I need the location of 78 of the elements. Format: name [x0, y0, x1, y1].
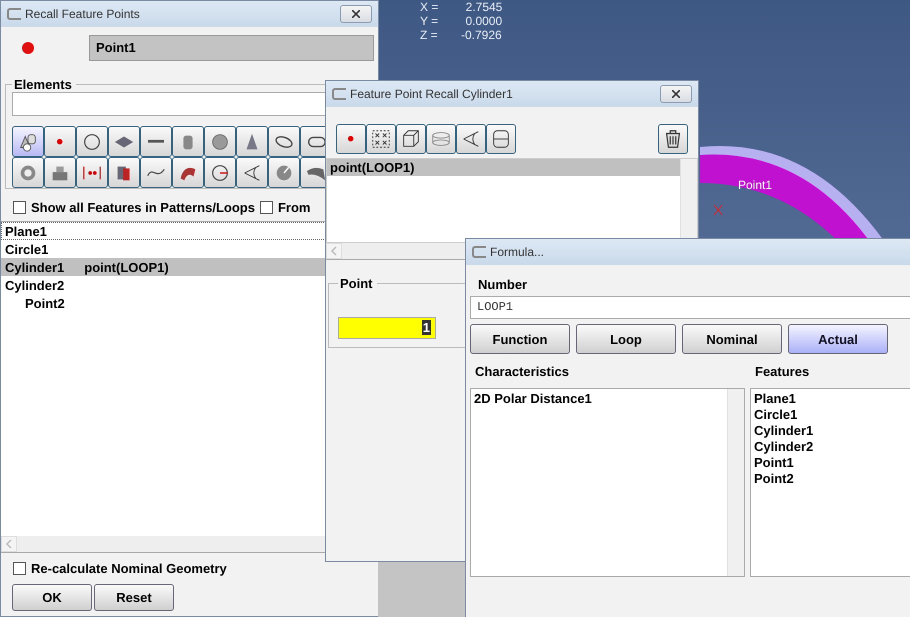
- point-number-field[interactable]: 1: [338, 317, 436, 339]
- point-tool-button[interactable]: [456, 124, 486, 154]
- element-tool-button[interactable]: [268, 157, 300, 188]
- element-tool-button[interactable]: [76, 126, 108, 157]
- app-logo-icon: [472, 246, 486, 258]
- cross-grid-icon: [370, 128, 392, 150]
- close-icon: [352, 10, 360, 18]
- point-label: Point1: [738, 178, 772, 192]
- coordinate-label: Z =: [420, 28, 438, 42]
- element-tool-button[interactable]: [12, 157, 44, 188]
- checkbox[interactable]: [13, 562, 26, 575]
- app-logo-icon: [7, 8, 21, 20]
- element-tool-button[interactable]: [108, 157, 140, 188]
- element-tool-button[interactable]: [268, 126, 300, 157]
- point-list-item[interactable]: point(LOOP1): [327, 159, 680, 176]
- coordinate-label: X =: [420, 0, 438, 14]
- feature-item[interactable]: Cylinder1: [754, 423, 910, 439]
- element-tool-button[interactable]: [12, 126, 44, 157]
- element-tool-button[interactable]: [204, 157, 236, 188]
- line-icon: [148, 139, 164, 144]
- element-tool-button[interactable]: [172, 157, 204, 188]
- app-logo-icon: [332, 88, 346, 100]
- group-label: Point: [339, 276, 374, 291]
- coordinate-value: -0.7926: [460, 28, 502, 42]
- checkbox[interactable]: [13, 201, 26, 214]
- point-tool-button[interactable]: [486, 124, 516, 154]
- point-tool-button[interactable]: [396, 124, 426, 154]
- element-tool-button[interactable]: [140, 157, 172, 188]
- element-tool-button[interactable]: [76, 157, 108, 188]
- name-field[interactable]: Point1: [89, 35, 374, 61]
- feature-item[interactable]: Plane1: [754, 391, 910, 407]
- window-title: Formula...: [490, 245, 544, 259]
- feature-item[interactable]: Point2: [754, 471, 910, 487]
- element-tool-button[interactable]: [172, 126, 204, 157]
- list-heading: Features: [755, 364, 810, 379]
- list-heading: Characteristics: [475, 364, 570, 379]
- mode-button[interactable]: Actual: [788, 324, 888, 354]
- close-button[interactable]: [660, 85, 692, 103]
- element-tool-button[interactable]: [140, 126, 172, 157]
- coordinate-value: 0.0000: [464, 14, 502, 28]
- window-title: Feature Point Recall Cylinder1: [350, 87, 513, 101]
- number-field[interactable]: LOOP1: [470, 296, 910, 319]
- element-tool-button[interactable]: [108, 126, 140, 157]
- vertical-scrollbar[interactable]: [727, 389, 744, 576]
- element-tool-button[interactable]: [236, 157, 268, 188]
- dot-icon: [347, 135, 355, 143]
- cube-icon: [400, 128, 422, 150]
- coordinate-value: 2.7545: [464, 0, 502, 14]
- group-label: Elements: [13, 77, 73, 92]
- point-tool-button[interactable]: [336, 124, 366, 154]
- dialog-button[interactable]: OK: [12, 584, 92, 611]
- element-tool-button[interactable]: [236, 126, 268, 157]
- checkbox-label: Re-calculate Nominal Geometry: [31, 561, 227, 576]
- close-button[interactable]: [340, 5, 372, 23]
- mode-button[interactable]: Nominal: [682, 324, 782, 354]
- feature-item[interactable]: Circle1: [754, 407, 910, 423]
- mode-button[interactable]: Loop: [576, 324, 676, 354]
- diameter-icon: [490, 128, 512, 150]
- mode-button[interactable]: Function: [470, 324, 570, 354]
- element-tool-button[interactable]: [204, 126, 236, 157]
- point-tool-button[interactable]: [366, 124, 396, 154]
- checkbox-label: Show all Features in Patterns/Loops: [31, 200, 255, 215]
- dot-icon: [56, 138, 64, 146]
- window-title: Recall Feature Points: [25, 7, 140, 21]
- dialog-button[interactable]: Reset: [94, 584, 174, 611]
- field-label: Number: [478, 277, 528, 292]
- point-marker-icon: [22, 42, 34, 54]
- feature-item[interactable]: Point1: [754, 455, 910, 471]
- checkbox[interactable]: [260, 201, 273, 214]
- element-tool-button[interactable]: [44, 126, 76, 157]
- point-tool-button[interactable]: [426, 124, 456, 154]
- delete-button[interactable]: [658, 124, 688, 154]
- characteristic-item[interactable]: 2D Polar Distance1: [474, 391, 724, 407]
- close-icon: [672, 90, 680, 98]
- coordinate-label: Y =: [420, 14, 438, 28]
- element-tool-button[interactable]: [44, 157, 76, 188]
- feature-item[interactable]: Cylinder2: [754, 439, 910, 455]
- checkbox-label: From: [278, 200, 310, 215]
